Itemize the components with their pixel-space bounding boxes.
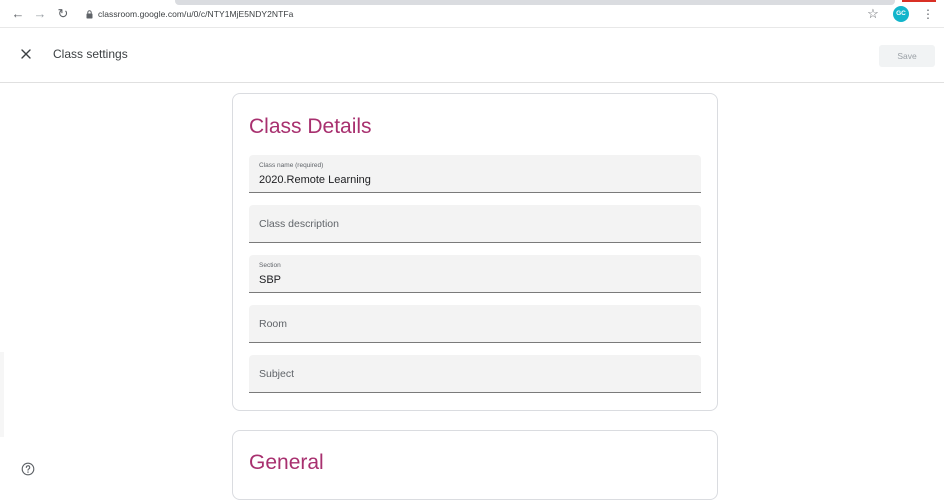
tab-strip	[175, 0, 895, 5]
app-header: Class settings Save	[0, 28, 944, 83]
class-description-placeholder: Class description	[259, 218, 339, 230]
section-label: Section	[259, 262, 281, 269]
room-field[interactable]: Room	[249, 305, 701, 343]
class-name-label: Class name (required)	[259, 162, 324, 169]
subject-placeholder: Subject	[259, 368, 295, 380]
star-icon[interactable]: ☆	[865, 6, 881, 22]
general-heading: General	[249, 451, 324, 474]
save-button[interactable]: Save	[879, 45, 935, 67]
general-card: General	[232, 430, 718, 500]
profile-avatar[interactable]: GC	[893, 6, 909, 22]
url-text[interactable]: classroom.google.com/u/0/c/NTY1MjE5NDY2N…	[98, 9, 293, 19]
section-field[interactable]: Section SBP	[249, 255, 701, 293]
divider	[0, 352, 4, 437]
address-bar[interactable]: classroom.google.com/u/0/c/NTY1MjE5NDY2N…	[86, 6, 293, 22]
close-button[interactable]	[14, 43, 38, 67]
section-value[interactable]: SBP	[259, 274, 281, 286]
class-details-card: Class Details Class name (required) 2020…	[232, 93, 718, 411]
browser-toolbar: ← → ↻ classroom.google.com/u/0/c/NTY1MjE…	[0, 0, 944, 28]
forward-arrow-icon[interactable]: →	[32, 6, 48, 22]
help-icon[interactable]	[21, 462, 35, 476]
reload-icon[interactable]: ↻	[55, 6, 71, 22]
subject-field[interactable]: Subject	[249, 355, 701, 393]
close-icon	[21, 46, 31, 64]
tab-indicator	[902, 0, 936, 2]
lock-icon	[86, 9, 93, 19]
page-title: Class settings	[53, 47, 128, 61]
back-arrow-icon[interactable]: ←	[10, 6, 26, 22]
room-placeholder: Room	[259, 318, 288, 330]
class-details-heading: Class Details	[249, 115, 372, 138]
kebab-menu-icon[interactable]: ⋮	[921, 6, 935, 22]
class-description-field[interactable]: Class description	[249, 205, 701, 243]
class-name-field[interactable]: Class name (required) 2020.Remote Learni…	[249, 155, 701, 193]
class-name-value[interactable]: 2020.Remote Learning	[259, 174, 371, 186]
